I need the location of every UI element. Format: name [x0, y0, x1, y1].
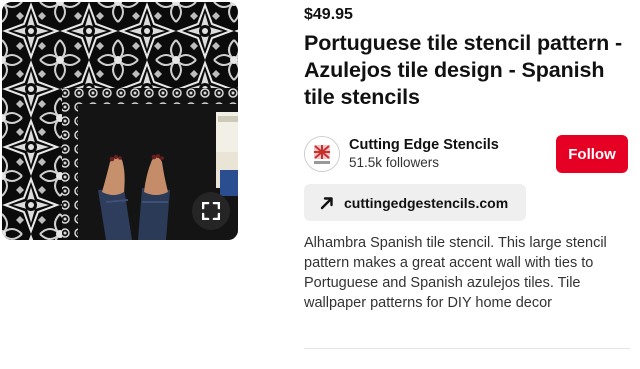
- price: $49.95: [304, 6, 353, 23]
- pin-description: Alhambra Spanish tile stencil. This larg…: [304, 235, 607, 311]
- brand-logo-icon: [305, 137, 339, 171]
- divider: [304, 348, 630, 349]
- follower-count: 51.5k followers: [349, 155, 440, 170]
- website-link-button[interactable]: cuttingedgestencils.com: [304, 184, 526, 221]
- expand-button[interactable]: [192, 192, 230, 230]
- creator-avatar[interactable]: [304, 136, 340, 172]
- expand-icon: [202, 202, 220, 220]
- arrow-up-right-icon: [318, 194, 336, 212]
- follow-button[interactable]: Follow: [556, 135, 628, 173]
- creator-row: Cutting Edge Stencils 51.5k followers Fo…: [304, 135, 632, 176]
- pin-image[interactable]: [2, 2, 238, 240]
- website-link-text: cuttingedgestencils.com: [344, 194, 509, 211]
- pin-title: Portuguese tile stencil pattern - Azulej…: [304, 31, 623, 109]
- creator-name[interactable]: Cutting Edge Stencils: [349, 137, 499, 153]
